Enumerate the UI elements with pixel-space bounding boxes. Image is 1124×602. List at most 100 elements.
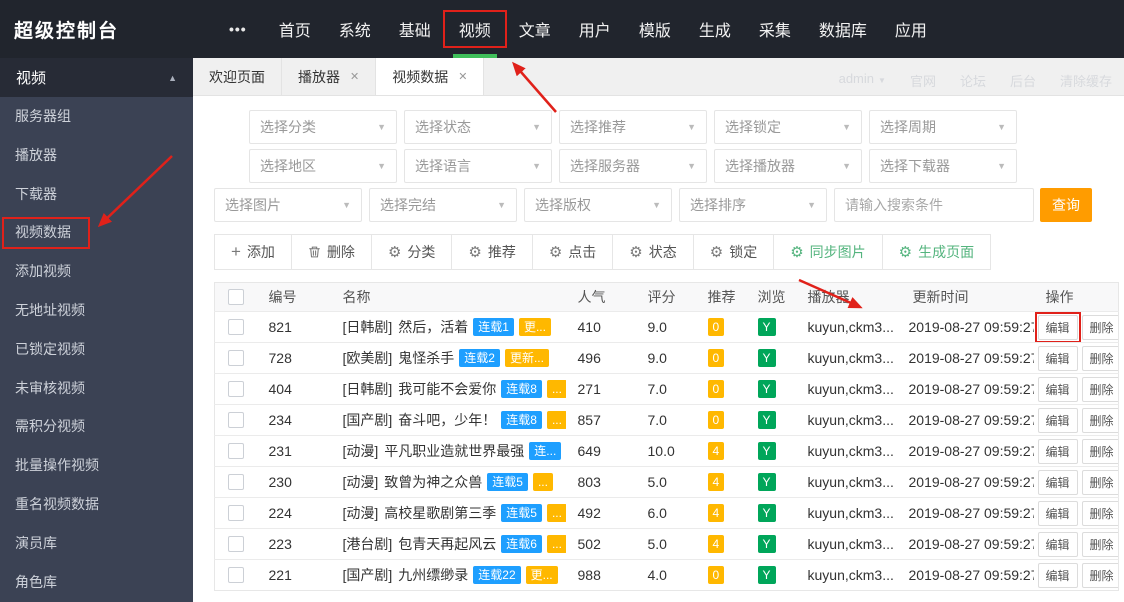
row-checkbox[interactable]	[227, 536, 244, 552]
sidebar-item[interactable]: 添加视频	[0, 252, 193, 291]
search-input[interactable]	[834, 188, 1034, 222]
top-nav-item[interactable]: 基础	[385, 0, 445, 58]
sidebar-item[interactable]: 需积分视频	[0, 407, 193, 446]
filter-select[interactable]: 选择分类 ▼	[249, 110, 397, 144]
close-icon[interactable]: ✕	[350, 70, 359, 83]
sidebar-item[interactable]: 批量操作视频	[0, 446, 193, 485]
filter-select[interactable]: 选择状态 ▼	[404, 110, 552, 144]
filter-select[interactable]: 选择版权 ▼	[524, 188, 672, 222]
sidebar-item[interactable]: 下载器	[0, 175, 193, 214]
toolbar-button[interactable]: ⚙ 点击	[531, 234, 614, 270]
query-button[interactable]: 查询	[1040, 188, 1092, 222]
sidebar-item[interactable]: 演员库	[0, 524, 193, 563]
filter-select[interactable]: 选择图片 ▼	[214, 188, 362, 222]
filter-select[interactable]: 选择周期 ▼	[869, 110, 1017, 144]
edit-button[interactable]: 编辑	[1037, 407, 1078, 433]
filter-select[interactable]: 选择语言 ▼	[404, 149, 552, 183]
gear-icon: ⚙	[790, 244, 804, 261]
sidebar-item[interactable]: 视频数据	[0, 213, 193, 252]
update-badge: ...	[546, 535, 566, 553]
top-nav-item[interactable]: 用户	[565, 0, 625, 58]
row-checkbox[interactable]	[227, 350, 244, 366]
delete-button[interactable]: 删除	[1081, 407, 1119, 433]
tab-item[interactable]: 播放器 ✕	[282, 58, 377, 95]
cell-id: 223	[256, 528, 331, 560]
toolbar-button[interactable]: + 添加	[214, 234, 292, 270]
userbar-link[interactable]: 论坛	[960, 71, 986, 90]
filter-select[interactable]: 选择完结 ▼	[369, 188, 517, 222]
cell-popularity: 496	[565, 342, 636, 374]
toolbar-button[interactable]: 删除	[290, 234, 372, 270]
top-nav-item[interactable]: 首页	[265, 0, 325, 58]
toolbar-button[interactable]: ⚙ 同步图片	[773, 234, 883, 270]
delete-button[interactable]: 删除	[1081, 531, 1119, 557]
edit-button[interactable]: 编辑	[1037, 438, 1078, 464]
delete-button[interactable]: 删除	[1081, 562, 1119, 588]
userbar-link[interactable]: 清除缓存	[1060, 71, 1112, 90]
toolbar-button[interactable]: ⚙ 生成页面	[881, 234, 992, 270]
filter-select[interactable]: 选择地区 ▼	[249, 149, 397, 183]
top-nav-item[interactable]: 采集	[745, 0, 805, 58]
row-checkbox[interactable]	[227, 443, 244, 459]
row-checkbox[interactable]	[227, 319, 244, 335]
userbar-link[interactable]: 官网	[910, 71, 936, 90]
sidebar-item[interactable]: 播放器	[0, 136, 193, 175]
chevron-down-icon: ▼	[687, 161, 696, 171]
delete-button[interactable]: 删除	[1081, 469, 1119, 495]
sidebar-item[interactable]: 无地址视频	[0, 291, 193, 330]
delete-button[interactable]: 删除	[1081, 500, 1119, 526]
edit-button[interactable]: 编辑	[1037, 376, 1078, 402]
sidebar-item[interactable]: 已锁定视频	[0, 330, 193, 369]
top-nav-item[interactable]: 生成	[685, 0, 745, 58]
edit-button[interactable]: 编辑	[1037, 345, 1078, 371]
filter-select[interactable]: 选择排序 ▼	[679, 188, 827, 222]
delete-button[interactable]: 删除	[1081, 376, 1119, 402]
filter-select[interactable]: 选择下载器 ▼	[869, 149, 1017, 183]
filter-select-label: 选择版权	[535, 197, 591, 213]
user-menu[interactable]: admin ▼	[839, 71, 886, 90]
menu-dots-icon[interactable]: •••	[219, 0, 257, 58]
edit-button[interactable]: 编辑	[1034, 312, 1081, 343]
row-checkbox[interactable]	[227, 474, 244, 490]
row-checkbox[interactable]	[227, 567, 244, 583]
edit-button[interactable]: 编辑	[1037, 500, 1078, 526]
toolbar-button[interactable]: ⚙ 状态	[612, 234, 694, 270]
filter-select[interactable]: 选择服务器 ▼	[559, 149, 707, 183]
edit-button[interactable]: 编辑	[1037, 531, 1078, 557]
filter-select[interactable]: 选择播放器 ▼	[714, 149, 862, 183]
sidebar-group-video[interactable]: 视频 ▲	[0, 58, 193, 97]
browse-badge: Y	[757, 380, 776, 398]
delete-button[interactable]: 删除	[1081, 314, 1119, 340]
userbar-link[interactable]: 后台	[1010, 71, 1036, 90]
toolbar-button[interactable]: ⚙ 推荐	[451, 234, 533, 270]
filter-select-label: 选择推荐	[570, 119, 626, 135]
sidebar-item[interactable]: 服务器组	[0, 97, 193, 136]
delete-button[interactable]: 删除	[1081, 438, 1119, 464]
row-checkbox[interactable]	[227, 412, 244, 428]
delete-button[interactable]: 删除	[1081, 345, 1119, 371]
row-checkbox[interactable]	[227, 381, 244, 397]
filter-select[interactable]: 选择推荐 ▼	[559, 110, 707, 144]
edit-button[interactable]: 编辑	[1037, 469, 1078, 495]
top-nav-item[interactable]: 数据库	[805, 0, 881, 58]
sidebar-item[interactable]: 角色库	[0, 563, 193, 602]
close-icon[interactable]: ✕	[458, 70, 467, 83]
toolbar-button[interactable]: ⚙ 分类	[370, 234, 453, 270]
toolbar-button[interactable]: ⚙ 锁定	[692, 234, 775, 270]
top-nav-item[interactable]: 文章	[505, 0, 565, 58]
sidebar-item[interactable]: 重名视频数据	[0, 485, 193, 524]
top-nav-item[interactable]: 系统	[325, 0, 385, 58]
top-nav-item[interactable]: 模版	[625, 0, 685, 58]
top-nav-item[interactable]: 应用	[881, 0, 941, 58]
top-nav-item[interactable]: 视频	[442, 0, 507, 58]
row-checkbox[interactable]	[227, 505, 244, 521]
filter-select[interactable]: 选择锁定 ▼	[714, 110, 862, 144]
edit-button[interactable]: 编辑	[1037, 562, 1078, 588]
select-all-checkbox[interactable]	[227, 289, 244, 305]
collapse-up-icon[interactable]: ▲	[168, 73, 177, 83]
tab-item[interactable]: 欢迎页面	[193, 58, 282, 95]
filter-select-label: 选择分类	[260, 119, 316, 135]
sidebar-item[interactable]: 未审核视频	[0, 369, 193, 408]
filter-row-3: 选择图片 ▼ 选择完结 ▼ 选择版权 ▼ 选择排序 ▼ 查询	[214, 188, 1124, 222]
tab-item[interactable]: 视频数据 ✕	[376, 58, 485, 95]
